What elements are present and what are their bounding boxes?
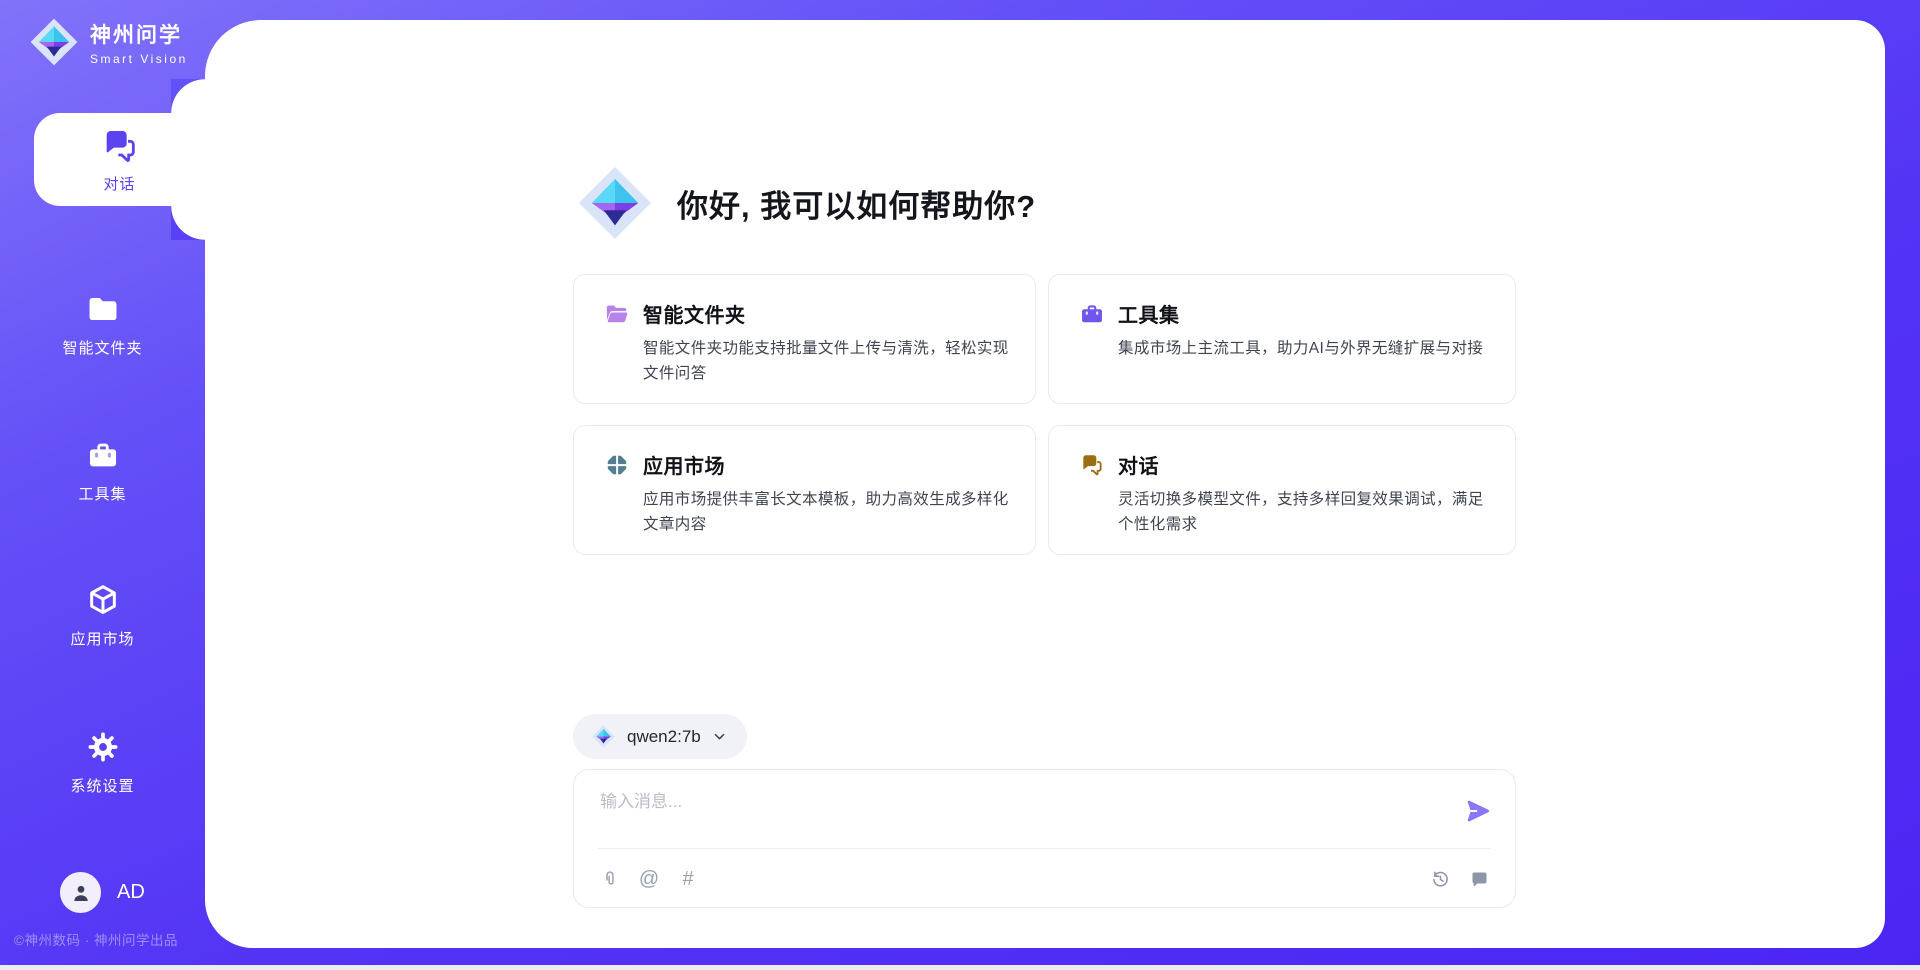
composer-divider bbox=[598, 848, 1491, 849]
folder-icon bbox=[86, 292, 120, 326]
attach-file-button[interactable] bbox=[598, 867, 622, 891]
apps-grid-icon bbox=[604, 452, 630, 478]
paperclip-icon bbox=[600, 869, 621, 890]
sidebar-item-label: 对话 bbox=[103, 173, 135, 194]
person-icon bbox=[69, 881, 93, 905]
avatar bbox=[60, 872, 101, 913]
sidebar-item-smart-folder[interactable]: 智能文件夹 bbox=[0, 292, 205, 358]
card-description: 灵活切换多模型文件，支持多样回复效果调试，满足个性化需求 bbox=[1118, 488, 1489, 538]
history-icon bbox=[1430, 869, 1451, 890]
card-chat[interactable]: 对话 灵活切换多模型文件，支持多样回复效果调试，满足个性化需求 bbox=[1048, 425, 1516, 555]
card-toolset[interactable]: 工具集 集成市场上主流工具，助力AI与外界无缝扩展与对接 bbox=[1048, 274, 1516, 404]
gem-logo-icon bbox=[575, 163, 655, 243]
hash-icon: # bbox=[682, 869, 693, 889]
card-description: 集成市场上主流工具，助力AI与外界无缝扩展与对接 bbox=[1118, 337, 1489, 362]
briefcase-icon bbox=[1079, 301, 1105, 327]
at-icon: @ bbox=[639, 869, 659, 889]
model-selector[interactable]: qwen2:7b bbox=[573, 714, 747, 759]
user-account[interactable]: AD bbox=[60, 872, 145, 913]
card-title: 工具集 bbox=[1118, 299, 1180, 328]
folder-open-icon bbox=[604, 301, 630, 327]
chat-bubbles-icon bbox=[100, 126, 140, 166]
card-smart-folder[interactable]: 智能文件夹 智能文件夹功能支持批量文件上传与清洗，轻松实现文件问答 bbox=[573, 274, 1036, 404]
message-input[interactable] bbox=[600, 787, 1440, 839]
model-name: qwen2:7b bbox=[627, 727, 701, 747]
chevron-down-icon bbox=[712, 729, 727, 744]
sidebar-item-app-market[interactable]: 应用市场 bbox=[0, 583, 205, 649]
sidebar-item-chat[interactable]: 对话 bbox=[34, 113, 205, 206]
sidebar-item-settings[interactable]: 系统设置 bbox=[0, 730, 205, 796]
greeting: 你好, 我可以如何帮助你? bbox=[575, 163, 1036, 243]
comments-button[interactable] bbox=[1467, 867, 1491, 891]
sidebar: 神州问学 Smart Vision 对话 智能文件夹 工具集 bbox=[0, 0, 205, 970]
gear-icon bbox=[86, 730, 120, 764]
app-name: 神州问学 bbox=[90, 19, 188, 49]
gem-icon bbox=[591, 724, 616, 749]
card-description: 应用市场提供丰富长文本模板，助力高效生成多样化文章内容 bbox=[643, 488, 1009, 538]
card-title: 对话 bbox=[1118, 450, 1159, 479]
card-description: 智能文件夹功能支持批量文件上传与清洗，轻松实现文件问答 bbox=[643, 337, 1009, 387]
history-button[interactable] bbox=[1428, 867, 1452, 891]
sidebar-item-label: 智能文件夹 bbox=[62, 337, 142, 358]
window-bottom-edge bbox=[0, 965, 1920, 970]
sidebar-item-label: 系统设置 bbox=[70, 775, 134, 796]
sidebar-item-label: 工具集 bbox=[78, 483, 126, 504]
card-title: 应用市场 bbox=[643, 450, 725, 479]
comment-icon bbox=[1469, 869, 1490, 890]
app-subtitle: Smart Vision bbox=[90, 52, 188, 66]
copyright-text: ©神州数码 · 神州问学出品 bbox=[14, 929, 178, 949]
app-logo: 神州问学 Smart Vision bbox=[28, 16, 188, 68]
topic-button[interactable]: # bbox=[676, 867, 700, 891]
user-initials: AD bbox=[117, 881, 145, 904]
briefcase-icon bbox=[86, 438, 120, 472]
paper-plane-icon[interactable] bbox=[1463, 796, 1493, 826]
sidebar-item-toolset[interactable]: 工具集 bbox=[0, 438, 205, 504]
composer-toolbar: @ # bbox=[598, 860, 1491, 898]
card-title: 智能文件夹 bbox=[643, 299, 746, 328]
feature-cards: 智能文件夹 智能文件夹功能支持批量文件上传与清洗，轻松实现文件问答 工具集 集成… bbox=[573, 274, 1516, 555]
chat-bubbles-icon bbox=[1079, 452, 1105, 478]
message-composer: @ # bbox=[573, 769, 1516, 908]
cube-icon bbox=[86, 583, 120, 617]
greeting-title: 你好, 我可以如何帮助你? bbox=[677, 181, 1036, 226]
mention-button[interactable]: @ bbox=[637, 867, 661, 891]
sidebar-item-label: 应用市场 bbox=[70, 628, 134, 649]
card-app-market[interactable]: 应用市场 应用市场提供丰富长文本模板，助力高效生成多样化文章内容 bbox=[573, 425, 1036, 555]
gem-logo-icon bbox=[28, 16, 80, 68]
